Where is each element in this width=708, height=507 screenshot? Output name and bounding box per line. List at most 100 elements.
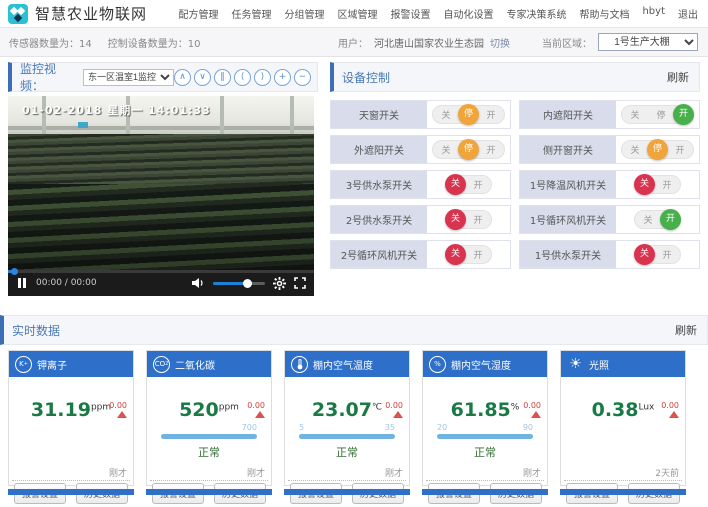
video-progress-bar[interactable] — [8, 270, 314, 273]
switch-state-option[interactable]: 关 — [433, 108, 459, 121]
chevron-left-button[interactable]: ⟨ — [234, 69, 251, 86]
sensor-card-title: 光照 — [589, 357, 609, 372]
switch-state-active[interactable]: 开 — [673, 104, 694, 125]
device-refresh-link[interactable]: 刷新 — [667, 69, 689, 85]
navbar-menu-item[interactable]: 区域管理 — [337, 6, 377, 21]
camera-select[interactable]: 东一区温室1监控 — [83, 69, 174, 86]
sensor-updated-time: 刚才 — [523, 466, 541, 479]
pause-button[interactable]: ‖ — [214, 69, 231, 86]
sensor-card: CO2二氧化碳0.00520ppm700正常刚才报警设置历史数据 — [146, 350, 272, 486]
switch-state-option[interactable]: 开 — [465, 213, 491, 226]
volume-icon[interactable] — [192, 277, 205, 289]
navbar-menu-item[interactable]: 任务管理 — [231, 6, 271, 21]
navbar-menu-item[interactable]: 专家决策系统 — [506, 6, 566, 21]
device-switch-zone: 关开 — [427, 206, 510, 233]
switch-state-active[interactable]: 关 — [634, 244, 655, 265]
switch-state-active[interactable]: 停 — [458, 139, 479, 160]
switch-state-active[interactable]: 开 — [660, 209, 681, 230]
region-label: 当前区域： — [542, 35, 592, 50]
navbar-menu-item[interactable]: 退出 — [678, 6, 698, 21]
chevron-up-button[interactable]: ∧ — [174, 69, 191, 86]
switch-state-option[interactable]: 开 — [465, 248, 491, 261]
switch-state-option[interactable]: 开 — [478, 108, 504, 121]
sensor-card-title: 钾离子 — [37, 357, 67, 372]
switch-state-option[interactable]: 关 — [622, 143, 648, 156]
sensor-unit: Lux — [639, 403, 655, 413]
switch-state-option[interactable]: 开 — [654, 178, 680, 191]
navbar-menu-item[interactable]: 分组管理 — [284, 6, 324, 21]
region-select[interactable]: 1号生产大棚 — [598, 33, 698, 51]
realtime-refresh-link[interactable]: 刷新 — [675, 322, 697, 338]
switch-state-active[interactable]: 关 — [445, 209, 466, 230]
minus-button[interactable]: − — [294, 69, 311, 86]
volume-slider[interactable] — [213, 282, 265, 285]
device-switch-label: 2号供水泵开关 — [331, 206, 427, 233]
range-track — [299, 434, 395, 439]
navbar-menu-item[interactable]: 自动化设置 — [443, 6, 493, 21]
navbar-menu-item[interactable]: 帮助与文档 — [579, 6, 629, 21]
switch-state-option[interactable]: 停 — [648, 108, 674, 121]
sensor-card: %棚内空气湿度0.0061.85%2090正常刚才报警设置历史数据 — [422, 350, 548, 486]
device-switch-toggle[interactable]: 关开 — [634, 245, 681, 264]
switch-state-active[interactable]: 停 — [458, 104, 479, 125]
next-row-card-header-partial — [146, 489, 272, 495]
switch-state-option[interactable]: 关 — [433, 143, 459, 156]
switch-state-active[interactable]: 关 — [445, 244, 466, 265]
switch-state-option[interactable]: 开 — [478, 143, 504, 156]
sensor-range-slider[interactable]: 700 — [161, 423, 257, 443]
top-navbar: 智慧农业物联网 配方管理任务管理分组管理区域管理报警设置自动化设置专家决策系统帮… — [0, 0, 708, 28]
switch-state-option[interactable]: 开 — [465, 178, 491, 191]
navbar-menu-item[interactable]: 报警设置 — [390, 6, 430, 21]
device-switch-row: 1号供水泵开关关开 — [519, 240, 700, 269]
chevron-down-button[interactable]: ∨ — [194, 69, 211, 86]
device-switch-label: 内遮阳开关 — [520, 101, 616, 128]
device-switch-label: 外遮阳开关 — [331, 136, 427, 163]
sensor-unit: % — [511, 403, 520, 413]
sensor-value: 31.19 — [31, 399, 91, 421]
video-frame: 01-02-2018 星期一 14:01:33 — [8, 96, 314, 270]
delta-up-arrow-icon — [117, 411, 127, 418]
fullscreen-icon[interactable] — [294, 277, 306, 289]
device-switch-toggle[interactable]: 关开 — [445, 245, 492, 264]
sensor-card-header: CO2二氧化碳 — [147, 351, 271, 377]
device-switch-zone: 关停开 — [427, 136, 510, 163]
switch-state-option[interactable]: 开 — [654, 248, 680, 261]
device-switch-toggle[interactable]: 关开 — [445, 210, 492, 229]
sensor-updated-time: 2天前 — [655, 466, 679, 479]
switch-state-option[interactable]: 开 — [667, 143, 693, 156]
video-time: 00:00 / 00:00 — [36, 278, 97, 288]
next-row-card-header-partial — [8, 489, 134, 495]
navbar-menu-item[interactable]: hbyt — [642, 6, 665, 21]
device-count: 控制设备数量为：10 — [108, 35, 201, 50]
device-switch-toggle[interactable]: 关开 — [634, 210, 681, 229]
device-switch-row: 1号循环风机开关关开 — [519, 205, 700, 234]
card-divider — [12, 480, 130, 481]
switch-state-option[interactable]: 关 — [635, 213, 661, 226]
switch-state-active[interactable]: 关 — [634, 174, 655, 195]
settings-gear-icon[interactable] — [273, 277, 286, 290]
device-switch-toggle[interactable]: 关开 — [634, 175, 681, 194]
plus-button[interactable]: + — [274, 69, 291, 86]
device-switch-toggle[interactable]: 关开 — [445, 175, 492, 194]
device-switch-toggle[interactable]: 关停开 — [432, 140, 505, 159]
sensor-range-slider[interactable]: 2090 — [437, 423, 533, 443]
sensor-card: K+钾离子0.0031.19ppm刚才报警设置历史数据 — [8, 350, 134, 486]
switch-state-option[interactable]: 关 — [622, 108, 648, 121]
device-switch-zone: 关停开 — [616, 101, 699, 128]
range-max-label: 700 — [242, 423, 257, 432]
switch-user-link[interactable]: 切换 — [490, 35, 510, 50]
range-track — [161, 434, 257, 439]
device-panel-title: 设备控制 — [342, 69, 390, 86]
sensor-range-slider[interactable]: 535 — [299, 423, 395, 443]
video-player[interactable]: 01-02-2018 星期一 14:01:33 00:00 / 00:00 — [8, 96, 314, 296]
switch-state-active[interactable]: 停 — [647, 139, 668, 160]
video-control-bar: 00:00 / 00:00 — [8, 270, 314, 296]
device-switch-toggle[interactable]: 关停开 — [432, 105, 505, 124]
device-switch-toggle[interactable]: 关停开 — [621, 105, 694, 124]
navbar-menu-item[interactable]: 配方管理 — [178, 6, 218, 21]
switch-state-active[interactable]: 关 — [445, 174, 466, 195]
device-switch-toggle[interactable]: 关停开 — [621, 140, 694, 159]
chevron-right-button[interactable]: ⟩ — [254, 69, 271, 86]
pause-button[interactable] — [18, 278, 26, 288]
sensor-status: 正常 — [147, 444, 271, 460]
